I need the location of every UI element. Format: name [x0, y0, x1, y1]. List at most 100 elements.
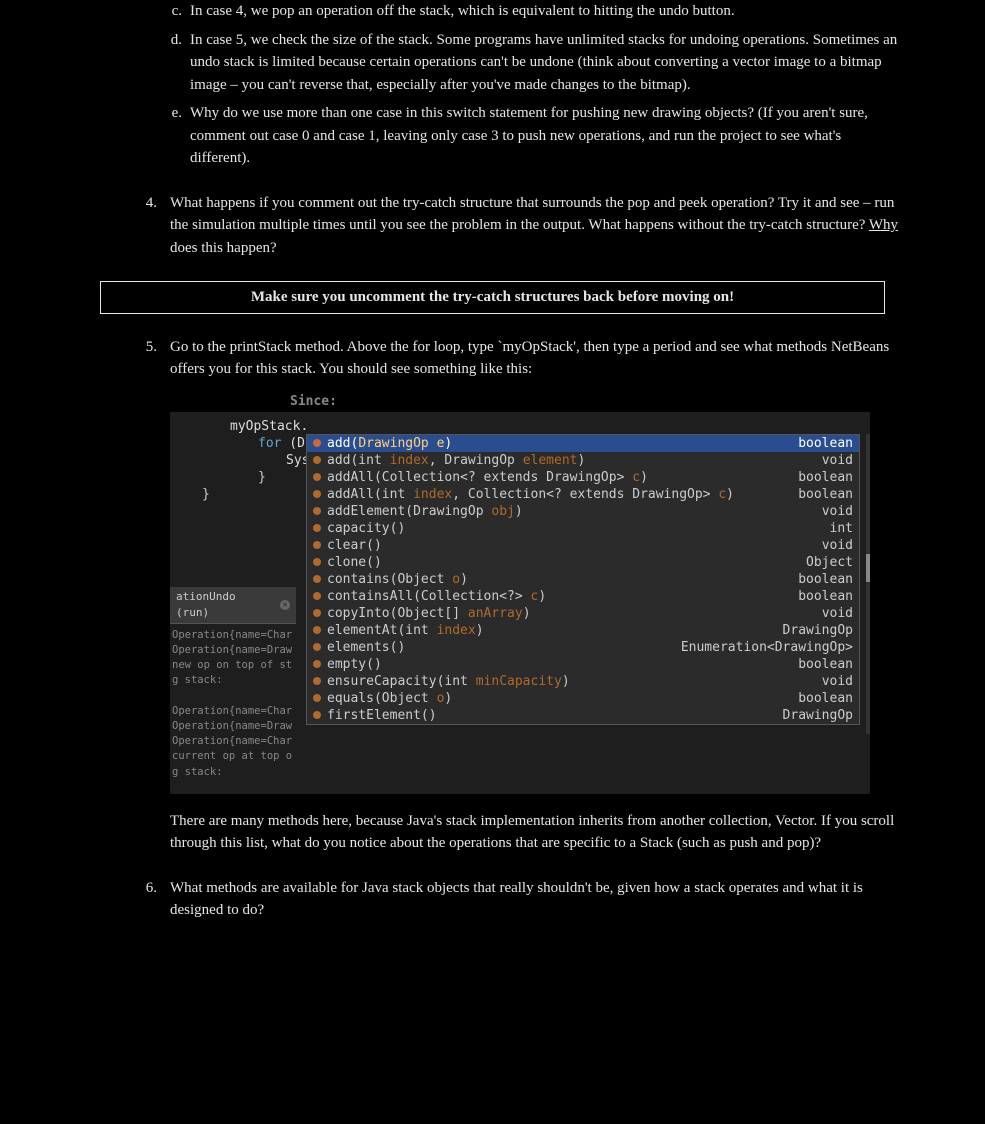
completion-return-type: void: [822, 537, 853, 554]
text: What methods are available for Java stac…: [170, 880, 863, 919]
method-icon: [313, 694, 321, 702]
output-line: g stack:: [172, 673, 302, 688]
text: In case 5, we check the size of the stac…: [190, 32, 897, 93]
method-icon: [313, 473, 321, 481]
completion-item[interactable]: addAll(Collection<? extends DrawingOp> c…: [307, 469, 859, 486]
method-icon: [313, 456, 321, 464]
method-icon: [313, 677, 321, 685]
completion-item[interactable]: elements()Enumeration<DrawingOp>: [307, 639, 859, 656]
completion-signature: containsAll(Collection<?> c): [327, 588, 798, 605]
text: Go to the printStack method. Above the f…: [170, 339, 889, 378]
completion-return-type: Enumeration<DrawingOp>: [681, 639, 853, 656]
completion-return-type: boolean: [798, 656, 853, 673]
completion-signature: contains(Object o): [327, 571, 798, 588]
method-icon: [313, 490, 321, 498]
completion-item[interactable]: firstElement()DrawingOp: [307, 707, 859, 724]
completion-return-type: Object: [806, 554, 853, 571]
completion-item[interactable]: equals(Object o)boolean: [307, 690, 859, 707]
completion-item[interactable]: addAll(int index, Collection<? extends D…: [307, 486, 859, 503]
text-after: There are many methods here, because Jav…: [170, 813, 894, 852]
list-item-e: e. Why do we use more than one case in t…: [140, 102, 905, 170]
completion-item[interactable]: add(DrawingOp e)boolean: [307, 435, 859, 452]
output-tab[interactable]: ationUndo (run) ×: [170, 587, 296, 624]
completion-item[interactable]: containsAll(Collection<?> c)boolean: [307, 588, 859, 605]
keyword-for: for: [258, 436, 281, 451]
completion-signature: elementAt(int index): [327, 622, 783, 639]
output-pane: ationUndo (run) × Operation{name=CharOpe…: [170, 587, 302, 780]
completion-signature: equals(Object o): [327, 690, 798, 707]
text: In case 4, we pop an operation off the s…: [190, 3, 735, 19]
callout-text: Make sure you uncomment the try-catch st…: [251, 289, 734, 305]
method-icon: [313, 609, 321, 617]
output-line: current op at top o: [172, 749, 302, 764]
method-icon: [313, 626, 321, 634]
completion-signature: ensureCapacity(int minCapacity): [327, 673, 822, 690]
completion-signature: clone(): [327, 554, 806, 571]
completion-return-type: DrawingOp: [783, 707, 853, 724]
document-page: c. In case 4, we pop an operation off th…: [0, 0, 985, 982]
output-line: [172, 688, 302, 703]
sublist-alpha: c. In case 4, we pop an operation off th…: [80, 0, 905, 170]
completion-signature: addElement(DrawingOp obj): [327, 503, 822, 520]
method-icon: [313, 592, 321, 600]
output-body: Operation{name=Char Operation{name=Drawne…: [170, 624, 302, 780]
ide-editor: myOpStack. for (Dra Syst } } ationUndo (…: [170, 412, 870, 794]
method-icon: [313, 507, 321, 515]
scrollbar-thumb[interactable]: [866, 554, 870, 582]
method-icon: [313, 558, 321, 566]
method-icon: [313, 660, 321, 668]
underlined-why: Why: [869, 217, 898, 233]
completion-item[interactable]: capacity()int: [307, 520, 859, 537]
text: Why do we use more than one case in this…: [190, 105, 868, 166]
output-line: Operation{name=Char: [172, 734, 302, 749]
completion-return-type: boolean: [798, 588, 853, 605]
method-icon: [313, 711, 321, 719]
text-post: does this happen?: [170, 240, 277, 256]
completion-signature: elements(): [327, 639, 681, 656]
completion-signature: add(int index, DrawingOp element): [327, 452, 822, 469]
completion-return-type: void: [822, 673, 853, 690]
completion-item[interactable]: clone()Object: [307, 554, 859, 571]
completion-signature: capacity(): [327, 520, 830, 537]
ide-doc-header: Since:: [170, 393, 870, 412]
completion-signature: addAll(Collection<? extends DrawingOp> c…: [327, 469, 798, 486]
completion-signature: addAll(int index, Collection<? extends D…: [327, 486, 798, 503]
completion-item[interactable]: empty()boolean: [307, 656, 859, 673]
completion-item[interactable]: add(int index, DrawingOp element)void: [307, 452, 859, 469]
completion-return-type: boolean: [798, 571, 853, 588]
list-item-c: c. In case 4, we pop an operation off th…: [140, 0, 905, 23]
close-icon[interactable]: ×: [280, 600, 290, 610]
completion-return-type: DrawingOp: [783, 622, 853, 639]
main-list-cont: 5. Go to the printStack method. Above th…: [80, 336, 905, 922]
completion-signature: firstElement(): [327, 707, 783, 724]
list-item-d: d. In case 5, we check the size of the s…: [140, 29, 905, 97]
scrollbar[interactable]: [866, 434, 870, 734]
completion-signature: copyInto(Object[] anArray): [327, 605, 822, 622]
completion-return-type: boolean: [798, 486, 853, 503]
method-icon: [313, 575, 321, 583]
completion-item[interactable]: contains(Object o)boolean: [307, 571, 859, 588]
output-line: new op on top of st: [172, 658, 302, 673]
completion-return-type: boolean: [798, 469, 853, 486]
completion-item[interactable]: ensureCapacity(int minCapacity)void: [307, 673, 859, 690]
code-completion-popup[interactable]: add(DrawingOp e)booleanadd(int index, Dr…: [306, 434, 860, 725]
marker: e.: [160, 102, 182, 125]
method-icon: [313, 643, 321, 651]
ide-screenshot: Since: myOpStack. for (Dra Syst } } atio…: [170, 393, 870, 794]
completion-return-type: void: [822, 605, 853, 622]
marker: d.: [160, 29, 182, 52]
method-icon: [313, 541, 321, 549]
completion-return-type: void: [822, 452, 853, 469]
completion-item[interactable]: copyInto(Object[] anArray)void: [307, 605, 859, 622]
completion-item[interactable]: addElement(DrawingOp obj)void: [307, 503, 859, 520]
method-icon: [313, 439, 321, 447]
completion-item[interactable]: clear()void: [307, 537, 859, 554]
completion-signature: add(DrawingOp e): [327, 435, 798, 452]
completion-item[interactable]: elementAt(int index)DrawingOp: [307, 622, 859, 639]
list-item-5: 5. Go to the printStack method. Above th…: [80, 336, 905, 855]
completion-return-type: boolean: [798, 435, 853, 452]
completion-signature: clear(): [327, 537, 822, 554]
output-line: Operation{name=Char: [172, 704, 302, 719]
marker: 5.: [135, 336, 157, 359]
output-line: Operation{name=Draw: [172, 643, 302, 658]
